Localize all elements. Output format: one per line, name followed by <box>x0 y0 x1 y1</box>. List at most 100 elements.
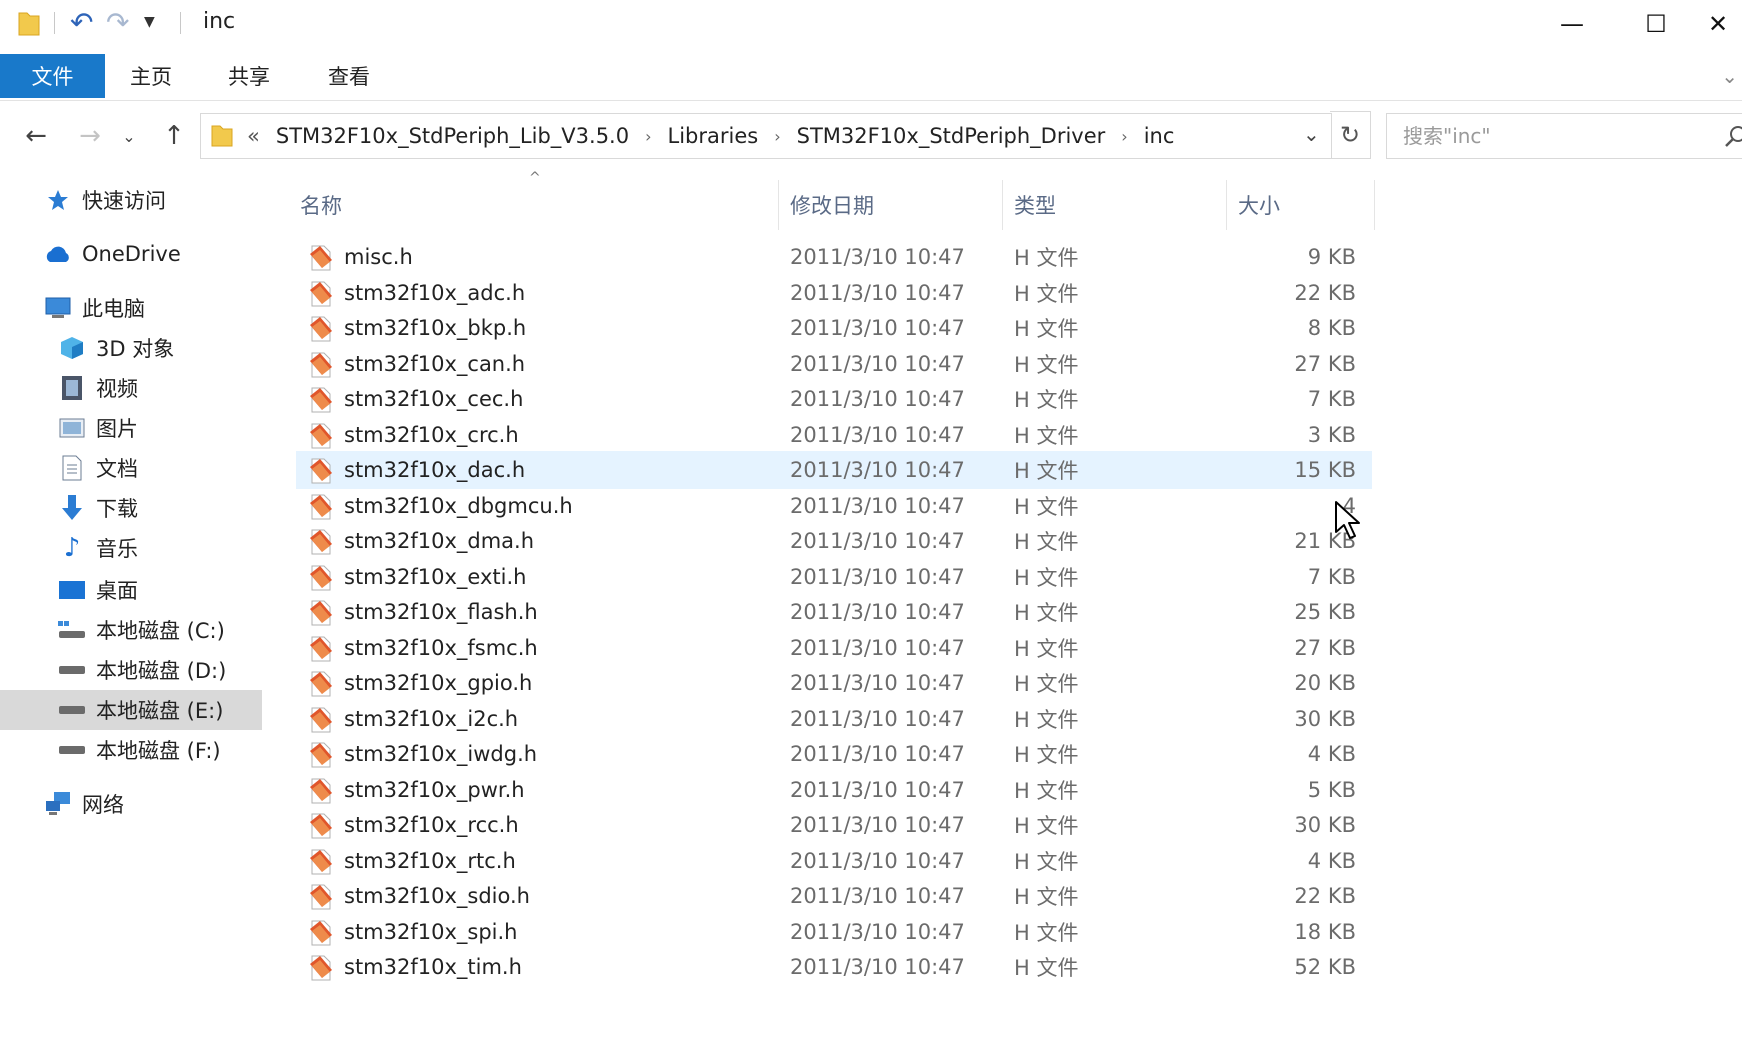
tab-share[interactable]: 共享 <box>228 54 270 98</box>
sidebar-item-downloads[interactable]: 下载 <box>0 488 262 528</box>
file-row[interactable]: stm32f10x_tim.h 2011/3/10 10:47 H 文件 52 KB <box>296 948 1372 986</box>
column-header-date[interactable]: 修改日期 <box>790 180 1000 230</box>
file-row[interactable]: stm32f10x_dac.h 2011/3/10 10:47 H 文件 15 KB <box>296 451 1372 489</box>
file-row[interactable]: stm32f10x_rtc.h 2011/3/10 10:47 H 文件 4 KB <box>296 842 1372 880</box>
file-name: stm32f10x_gpio.h <box>344 671 533 695</box>
column-header-type[interactable]: 类型 <box>1014 180 1214 230</box>
download-icon <box>58 494 86 522</box>
file-name-cell: stm32f10x_gpio.h <box>308 668 532 698</box>
file-date: 2011/3/10 10:47 <box>790 777 965 802</box>
h-file-icon <box>310 352 332 377</box>
up-button[interactable]: ↑ <box>156 116 192 156</box>
sidebar-item-documents[interactable]: 文档 <box>0 448 262 488</box>
file-size: 5 KB <box>1307 777 1356 802</box>
back-button[interactable]: ← <box>18 116 54 156</box>
address-bar[interactable]: « STM32F10x_StdPeriph_Lib_V3.5.0 › Libra… <box>200 113 1332 159</box>
forward-button[interactable]: → <box>72 116 108 156</box>
sidebar-item-desktop[interactable]: 桌面 <box>0 570 262 610</box>
h-file-icon <box>310 281 332 306</box>
toolbar-divider <box>54 12 55 34</box>
sidebar-item-videos[interactable]: 视频 <box>0 368 262 408</box>
file-row[interactable]: misc.h 2011/3/10 10:47 H 文件 9 KB <box>296 238 1372 276</box>
file-row[interactable]: stm32f10x_exti.h 2011/3/10 10:47 H 文件 7 KB <box>296 558 1372 596</box>
h-file-icon <box>310 778 332 803</box>
file-row[interactable]: stm32f10x_crc.h 2011/3/10 10:47 H 文件 3 KB <box>296 416 1372 454</box>
tab-file[interactable]: 文件 <box>0 54 105 98</box>
sidebar-item-drive-c[interactable]: 本地磁盘 (C:) <box>0 610 262 650</box>
drive-icon <box>58 736 86 764</box>
chevron-right-icon[interactable]: › <box>1121 127 1127 146</box>
file-row[interactable]: stm32f10x_iwdg.h 2011/3/10 10:47 H 文件 4 KB <box>296 735 1372 773</box>
maximize-button[interactable]: ☐ <box>1626 0 1686 48</box>
column-divider[interactable] <box>1226 180 1227 230</box>
breadcrumb-item[interactable]: inc <box>1144 124 1175 148</box>
file-date: 2011/3/10 10:47 <box>790 919 965 944</box>
sidebar-item-onedrive[interactable]: OneDrive <box>0 234 262 274</box>
refresh-button[interactable]: ↻ <box>1330 111 1371 159</box>
file-row[interactable]: stm32f10x_sdio.h 2011/3/10 10:47 H 文件 22 KB <box>296 877 1372 915</box>
file-type: H 文件 <box>1014 494 1079 519</box>
customize-quick-access-icon[interactable]: ▼ <box>144 14 155 30</box>
search-input[interactable] <box>1401 120 1705 152</box>
minimize-button[interactable]: — <box>1542 0 1602 48</box>
file-row[interactable]: stm32f10x_i2c.h 2011/3/10 10:47 H 文件 30 KB <box>296 700 1372 738</box>
file-row[interactable]: stm32f10x_bkp.h 2011/3/10 10:47 H 文件 8 KB <box>296 309 1372 347</box>
expand-ribbon-icon[interactable]: ⌄ <box>1721 64 1738 88</box>
file-row[interactable]: stm32f10x_flash.h 2011/3/10 10:47 H 文件 25 K… <box>296 593 1372 631</box>
column-header-size[interactable]: 大小 <box>1238 180 1358 230</box>
column-header-name[interactable]: 名称 <box>300 180 770 230</box>
search-icon[interactable] <box>1724 124 1742 148</box>
file-size: 22 KB <box>1294 884 1356 908</box>
sidebar-item-label: 快速访问 <box>82 189 166 213</box>
tab-home[interactable]: 主页 <box>130 54 172 98</box>
sidebar-item-pictures[interactable]: 图片 <box>0 408 262 448</box>
file-name: stm32f10x_rtc.h <box>344 848 516 873</box>
file-row[interactable]: stm32f10x_rcc.h 2011/3/10 10:47 H 文件 30 KB <box>296 806 1372 844</box>
file-row[interactable]: stm32f10x_can.h 2011/3/10 10:47 H 文件 27 KB <box>296 345 1372 383</box>
h-file-icon <box>310 849 332 874</box>
file-row[interactable]: stm32f10x_pwr.h 2011/3/10 10:47 H 文件 5 KB <box>296 771 1372 809</box>
file-size: 9 KB <box>1307 245 1356 269</box>
breadcrumb-item[interactable]: STM32F10x_StdPeriph_Driver <box>797 124 1106 148</box>
file-row[interactable]: stm32f10x_spi.h 2011/3/10 10:47 H 文件 18 KB <box>296 913 1372 951</box>
breadcrumb-overflow[interactable]: « <box>247 124 260 148</box>
file-row[interactable]: stm32f10x_cec.h 2011/3/10 10:47 H 文件 7 KB <box>296 380 1372 418</box>
column-divider[interactable] <box>1374 180 1375 230</box>
column-divider[interactable] <box>778 180 779 230</box>
sidebar-item-3d-objects[interactable]: 3D 对象 <box>0 328 262 368</box>
breadcrumb-item[interactable]: STM32F10x_StdPeriph_Lib_V3.5.0 <box>276 124 629 148</box>
sidebar-item-network[interactable]: 网络 <box>0 784 262 824</box>
column-divider[interactable] <box>1002 180 1003 230</box>
tab-view[interactable]: 查看 <box>328 54 370 98</box>
sidebar-item-label: OneDrive <box>82 242 181 266</box>
file-size: 27 KB <box>1294 351 1356 376</box>
file-date: 2011/3/10 10:47 <box>790 422 965 447</box>
close-button[interactable]: ✕ <box>1708 0 1742 48</box>
undo-icon[interactable]: ↶ <box>70 8 100 38</box>
sidebar-item-quick-access[interactable]: 快速访问 <box>0 180 262 220</box>
chevron-down-icon[interactable]: ⌄ <box>1303 122 1320 146</box>
file-date: 2011/3/10 10:47 <box>790 848 965 873</box>
redo-icon[interactable]: ↷ <box>106 8 136 38</box>
file-row[interactable]: stm32f10x_dma.h 2011/3/10 10:47 H 文件 21 KB <box>296 522 1372 560</box>
file-row[interactable]: stm32f10x_dbgmcu.h 2011/3/10 10:47 H 文件 4 <box>296 487 1372 525</box>
sidebar-item-drive-f[interactable]: 本地磁盘 (F:) <box>0 730 262 770</box>
sidebar-item-drive-e[interactable]: 本地磁盘 (E:) <box>0 690 262 730</box>
file-row[interactable]: stm32f10x_fsmc.h 2011/3/10 10:47 H 文件 27 KB <box>296 629 1372 667</box>
sidebar-item-music[interactable]: ♪ 音乐 <box>0 528 262 568</box>
sidebar-item-this-pc[interactable]: 此电脑 <box>0 288 262 328</box>
file-size: 8 KB <box>1307 316 1356 340</box>
file-date: 2011/3/10 10:47 <box>790 458 965 482</box>
file-size: 52 KB <box>1294 955 1356 979</box>
breadcrumb-item[interactable]: Libraries <box>668 124 759 148</box>
file-date: 2011/3/10 10:47 <box>790 529 965 553</box>
sidebar-item-drive-d[interactable]: 本地磁盘 (D:) <box>0 650 262 690</box>
file-type: H 文件 <box>1014 246 1079 270</box>
file-type: H 文件 <box>1014 281 1079 306</box>
chevron-right-icon[interactable]: › <box>774 127 780 146</box>
file-row[interactable]: stm32f10x_adc.h 2011/3/10 10:47 H 文件 22 KB <box>296 274 1372 312</box>
file-type: H 文件 <box>1014 636 1079 661</box>
recent-locations-button[interactable]: ⌄ <box>118 116 140 156</box>
file-row[interactable]: stm32f10x_gpio.h 2011/3/10 10:47 H 文件 20 KB <box>296 664 1372 702</box>
chevron-right-icon[interactable]: › <box>645 127 651 146</box>
